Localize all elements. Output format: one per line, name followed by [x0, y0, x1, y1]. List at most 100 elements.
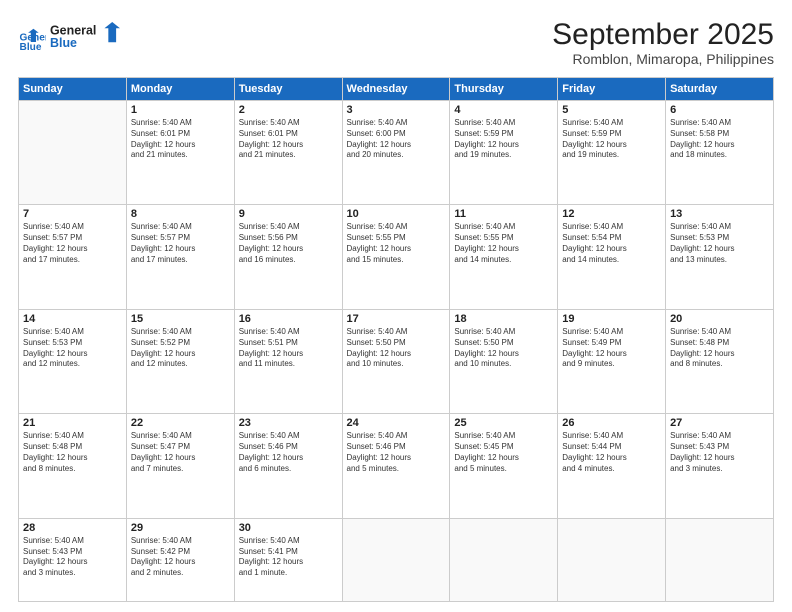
calendar-cell: 3Sunrise: 5:40 AM Sunset: 6:00 PM Daylig…	[342, 101, 450, 205]
calendar-cell: 20 Sunrise: 5:40 AM Sunset: 5:48 PM Dayli…	[666, 309, 774, 413]
day-info: Sunrise: 5:40 AM Sunset: 5:41 PM Dayligh…	[239, 536, 338, 579]
day-number: 21	[23, 417, 122, 429]
day-number: 12	[562, 208, 661, 220]
week-row-1: 1 Sunrise: 5:40 AM Sunset: 6:01 PM Daylig…	[19, 101, 774, 205]
calendar-cell: 7Sunrise: 5:40 AM Sunset: 5:57 PM Daylig…	[19, 205, 127, 309]
day-info: Sunrise: 5:40 AM Sunset: 5:59 PM Dayligh…	[562, 118, 661, 161]
day-info: Sunrise: 5:40 AM Sunset: 5:45 PM Dayligh…	[454, 431, 553, 474]
logo-svg: General Blue	[50, 18, 120, 54]
weekday-header-row: SundayMondayTuesdayWednesdayThursdayFrid…	[19, 78, 774, 101]
calendar-cell: 17 Sunrise: 5:40 AM Sunset: 5:50 PM Dayli…	[342, 309, 450, 413]
calendar-cell: 18Sunrise: 5:40 AM Sunset: 5:50 PM Dayli…	[450, 309, 558, 413]
calendar-cell: 14 Sunrise: 5:40 AM Sunset: 5:53 PM Dayli…	[19, 309, 127, 413]
calendar-cell: 4 Sunrise: 5:40 AM Sunset: 5:59 PM Daylig…	[450, 101, 558, 205]
day-info: Sunrise: 5:40 AM Sunset: 5:52 PM Dayligh…	[131, 327, 230, 370]
day-info: Sunrise: 5:40 AM Sunset: 5:54 PM Dayligh…	[562, 222, 661, 265]
day-number: 22	[131, 417, 230, 429]
weekday-header-wednesday: Wednesday	[342, 78, 450, 101]
day-info: Sunrise: 5:40 AM Sunset: 5:51 PM Dayligh…	[239, 327, 338, 370]
day-info: Sunrise: 5:40 AM Sunset: 5:56 PM Dayligh…	[239, 222, 338, 265]
calendar-cell	[450, 518, 558, 601]
day-info: Sunrise: 5:40 AM Sunset: 5:47 PM Dayligh…	[131, 431, 230, 474]
day-info: Sunrise: 5:40 AM Sunset: 6:00 PM Dayligh…	[347, 118, 446, 161]
day-number: 14	[23, 313, 122, 325]
day-info: Sunrise: 5:40 AM Sunset: 5:50 PM Dayligh…	[347, 327, 446, 370]
calendar-cell: 30 Sunrise: 5:40 AM Sunset: 5:41 PM Dayli…	[234, 518, 342, 601]
day-number: 24	[347, 417, 446, 429]
day-number: 9	[239, 208, 338, 220]
logo: General Blue General Blue	[18, 18, 120, 59]
day-number: 27	[670, 417, 769, 429]
week-row-3: 14 Sunrise: 5:40 AM Sunset: 5:53 PM Dayli…	[19, 309, 774, 413]
header: General Blue General Blue September 2025…	[18, 18, 774, 67]
calendar-cell: 15 Sunrise: 5:40 AM Sunset: 5:52 PM Dayli…	[126, 309, 234, 413]
day-info: Sunrise: 5:40 AM Sunset: 5:55 PM Dayligh…	[454, 222, 553, 265]
day-number: 26	[562, 417, 661, 429]
calendar-cell: 10 Sunrise: 5:40 AM Sunset: 5:55 PM Dayli…	[342, 205, 450, 309]
day-number: 6	[670, 104, 769, 116]
calendar-cell: 12 Sunrise: 5:40 AM Sunset: 5:54 PM Dayli…	[558, 205, 666, 309]
day-info: Sunrise: 5:40 AM Sunset: 5:42 PM Dayligh…	[131, 536, 230, 579]
day-number: 4	[454, 104, 553, 116]
calendar-cell: 21 Sunrise: 5:40 AM Sunset: 5:48 PM Dayli…	[19, 414, 127, 518]
day-number: 8	[131, 208, 230, 220]
weekday-header-saturday: Saturday	[666, 78, 774, 101]
calendar-cell: 8 Sunrise: 5:40 AM Sunset: 5:57 PM Daylig…	[126, 205, 234, 309]
svg-text:Blue: Blue	[50, 36, 77, 50]
day-number: 18	[454, 313, 553, 325]
calendar-cell: 29 Sunrise: 5:40 AM Sunset: 5:42 PM Dayli…	[126, 518, 234, 601]
day-number: 30	[239, 522, 338, 534]
calendar-cell	[666, 518, 774, 601]
week-row-5: 28Sunrise: 5:40 AM Sunset: 5:43 PM Dayli…	[19, 518, 774, 601]
day-info: Sunrise: 5:40 AM Sunset: 5:48 PM Dayligh…	[23, 431, 122, 474]
calendar-cell: 25 Sunrise: 5:40 AM Sunset: 5:45 PM Dayli…	[450, 414, 558, 518]
calendar-cell: 24 Sunrise: 5:40 AM Sunset: 5:46 PM Dayli…	[342, 414, 450, 518]
day-number: 29	[131, 522, 230, 534]
calendar-cell: 16 Sunrise: 5:40 AM Sunset: 5:51 PM Dayli…	[234, 309, 342, 413]
calendar-cell: 19 Sunrise: 5:40 AM Sunset: 5:49 PM Dayli…	[558, 309, 666, 413]
calendar-cell	[342, 518, 450, 601]
day-number: 25	[454, 417, 553, 429]
calendar-cell: 2Sunrise: 5:40 AM Sunset: 6:01 PM Daylig…	[234, 101, 342, 205]
calendar-cell: 9 Sunrise: 5:40 AM Sunset: 5:56 PM Daylig…	[234, 205, 342, 309]
day-number: 16	[239, 313, 338, 325]
day-number: 20	[670, 313, 769, 325]
day-number: 13	[670, 208, 769, 220]
day-number: 23	[239, 417, 338, 429]
calendar-cell: 1 Sunrise: 5:40 AM Sunset: 6:01 PM Daylig…	[126, 101, 234, 205]
day-info: Sunrise: 5:40 AM Sunset: 5:43 PM Dayligh…	[670, 431, 769, 474]
logo-icon: General Blue	[18, 25, 46, 53]
day-info: Sunrise: 5:40 AM Sunset: 5:49 PM Dayligh…	[562, 327, 661, 370]
day-number: 10	[347, 208, 446, 220]
day-info: Sunrise: 5:40 AM Sunset: 5:59 PM Dayligh…	[454, 118, 553, 161]
day-info: Sunrise: 5:40 AM Sunset: 5:46 PM Dayligh…	[347, 431, 446, 474]
day-info: Sunrise: 5:40 AM Sunset: 5:55 PM Dayligh…	[347, 222, 446, 265]
day-info: Sunrise: 5:40 AM Sunset: 5:57 PM Dayligh…	[131, 222, 230, 265]
day-number: 1	[131, 104, 230, 116]
calendar-cell: 13 Sunrise: 5:40 AM Sunset: 5:53 PM Dayli…	[666, 205, 774, 309]
calendar-cell: 28Sunrise: 5:40 AM Sunset: 5:43 PM Dayli…	[19, 518, 127, 601]
calendar-cell: 27 Sunrise: 5:40 AM Sunset: 5:43 PM Dayli…	[666, 414, 774, 518]
day-number: 5	[562, 104, 661, 116]
day-number: 17	[347, 313, 446, 325]
day-number: 2	[239, 104, 338, 116]
calendar-cell: 26Sunrise: 5:40 AM Sunset: 5:44 PM Dayli…	[558, 414, 666, 518]
day-number: 15	[131, 313, 230, 325]
calendar: SundayMondayTuesdayWednesdayThursdayFrid…	[18, 77, 774, 602]
title-block: September 2025 Romblon, Mimaropa, Philip…	[552, 18, 774, 67]
weekday-header-monday: Monday	[126, 78, 234, 101]
day-info: Sunrise: 5:40 AM Sunset: 5:53 PM Dayligh…	[23, 327, 122, 370]
calendar-cell: 5 Sunrise: 5:40 AM Sunset: 5:59 PM Daylig…	[558, 101, 666, 205]
page: General Blue General Blue September 2025…	[0, 0, 792, 612]
day-info: Sunrise: 5:40 AM Sunset: 5:57 PM Dayligh…	[23, 222, 122, 265]
calendar-cell: 6Sunrise: 5:40 AM Sunset: 5:58 PM Daylig…	[666, 101, 774, 205]
calendar-cell	[558, 518, 666, 601]
day-info: Sunrise: 5:40 AM Sunset: 6:01 PM Dayligh…	[131, 118, 230, 161]
day-info: Sunrise: 5:40 AM Sunset: 5:48 PM Dayligh…	[670, 327, 769, 370]
day-info: Sunrise: 5:40 AM Sunset: 5:53 PM Dayligh…	[670, 222, 769, 265]
main-title: September 2025	[552, 18, 774, 51]
calendar-cell: 22 Sunrise: 5:40 AM Sunset: 5:47 PM Dayli…	[126, 414, 234, 518]
day-info: Sunrise: 5:40 AM Sunset: 5:46 PM Dayligh…	[239, 431, 338, 474]
svg-text:Blue: Blue	[20, 41, 42, 52]
day-number: 19	[562, 313, 661, 325]
